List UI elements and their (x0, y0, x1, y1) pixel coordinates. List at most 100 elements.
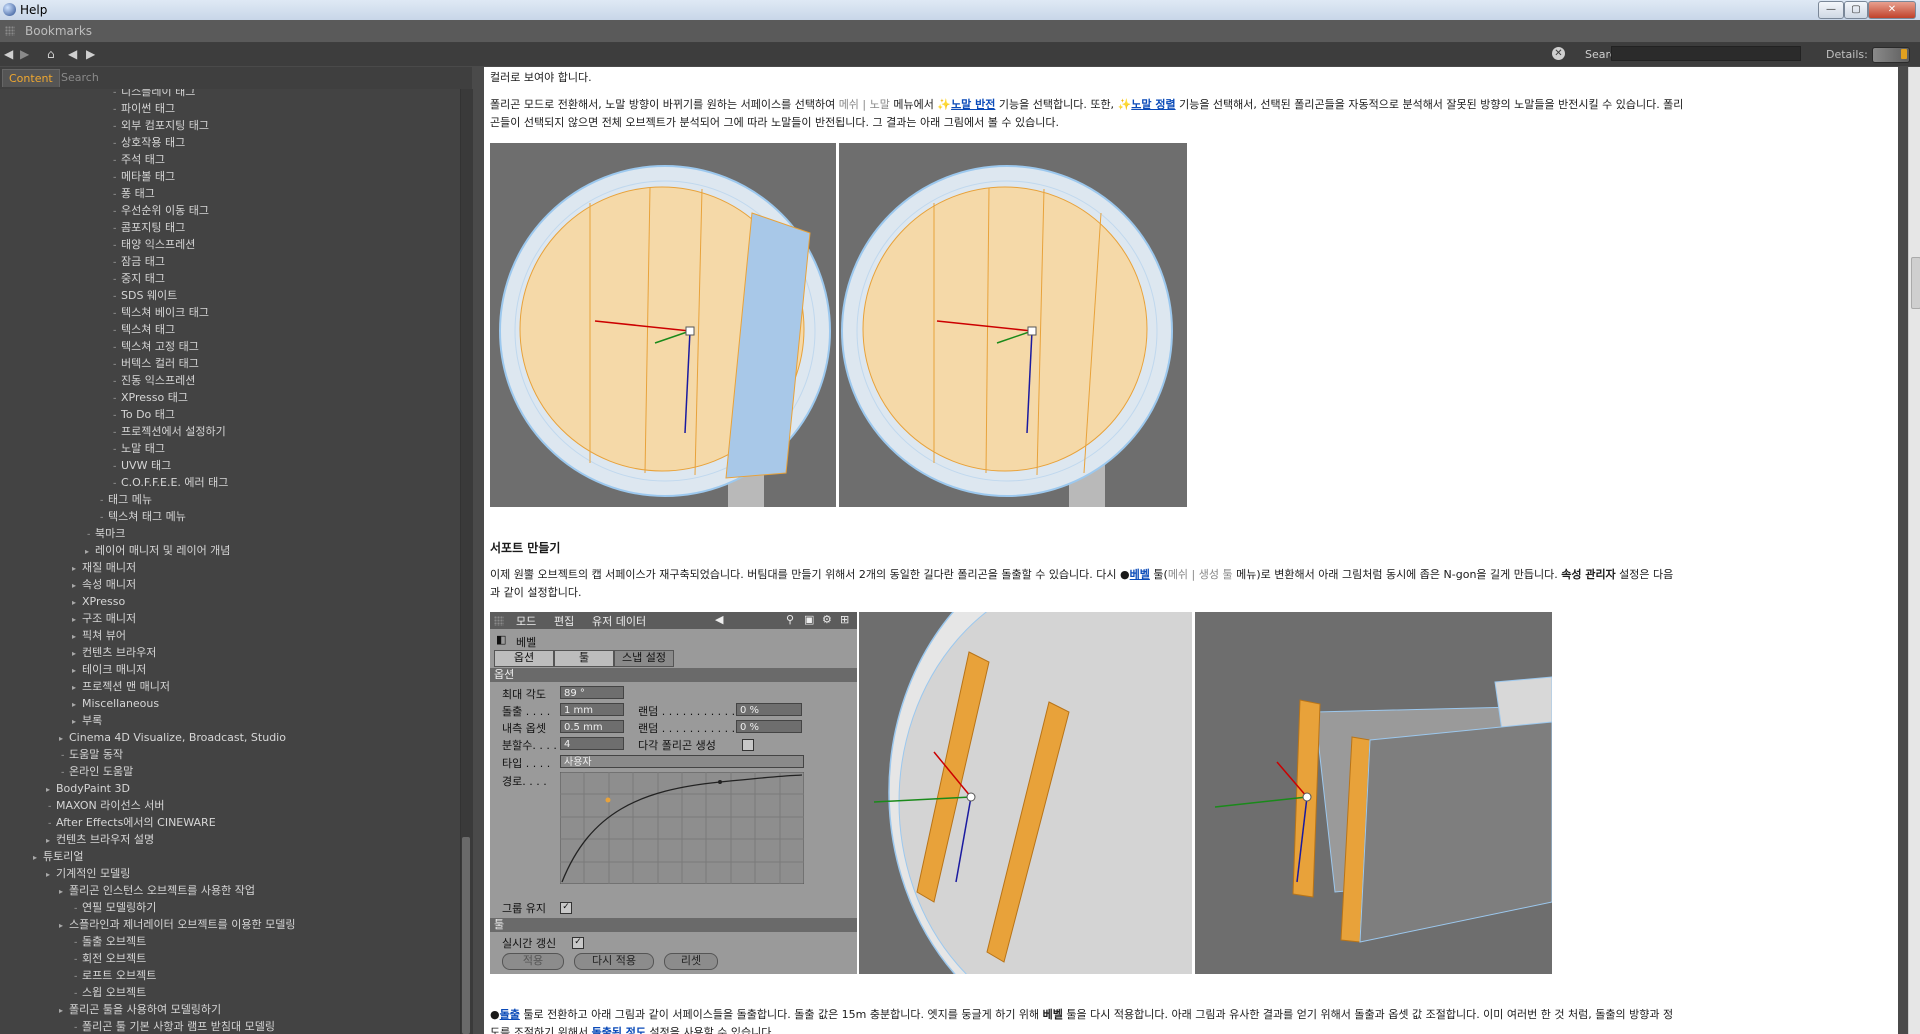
tree-item[interactable]: ╶ To Do 태그 (111, 406, 175, 423)
tree-item[interactable]: ▸ 구조 매니저 (72, 610, 136, 627)
expand-arrow-icon[interactable]: ▸ (72, 611, 82, 628)
maximize-button[interactable]: ▢ (1844, 1, 1868, 19)
tree-item[interactable]: ╶ 텍스쳐 태그 메뉴 (98, 508, 186, 525)
expand-arrow-icon[interactable]: ▸ (59, 917, 69, 934)
bevel-link[interactable]: 베벨 (1130, 568, 1150, 581)
expand-arrow-icon[interactable]: ▸ (59, 730, 69, 747)
tree-item[interactable]: ╶ UVW 태그 (111, 457, 171, 474)
tree-item[interactable]: ▸ 레이어 매니저 및 레이어 개념 (85, 542, 230, 559)
tree-item[interactable]: ╶ 메타볼 태그 (111, 168, 175, 185)
tree-item[interactable]: ╶ 태그 메뉴 (98, 491, 152, 508)
home-icon[interactable]: ⌂ (47, 47, 55, 61)
expand-arrow-icon[interactable]: ▸ (85, 543, 95, 560)
expand-arrow-icon[interactable]: ▸ (59, 883, 69, 900)
tab-content[interactable]: Content (2, 69, 60, 87)
extrude-link[interactable]: 돌출 (500, 1008, 520, 1021)
expand-arrow-icon[interactable]: ▸ (72, 594, 82, 611)
tree-item[interactable]: ▸ 부록 (72, 712, 102, 729)
tree-item[interactable]: ╶ 디스플레이 태그 (111, 89, 195, 100)
tree-item[interactable]: ▸ 스플라인과 제너레이터 오브젝트를 이용한 모델링 (59, 916, 296, 933)
expand-arrow-icon[interactable]: ▸ (72, 696, 82, 713)
text: 이제 원뿔 오브젝트의 캡 서페이스가 재구축되었습니다. 버팀대를 만들기 위… (490, 568, 1121, 581)
tree-item[interactable]: ╶ 텍스쳐 베이크 태그 (111, 304, 209, 321)
tree-item[interactable]: ╶ 노말 태그 (111, 440, 165, 457)
tree-item[interactable]: ╶ 상호작용 태그 (111, 134, 185, 151)
tree-item[interactable]: ▸ 폴리곤 툴을 사용하여 모델링하기 (59, 1001, 221, 1018)
next-page-icon[interactable]: ▶ (86, 47, 95, 61)
content-scrollbar-thumb[interactable] (1911, 257, 1920, 309)
tree-item[interactable]: ╶ 연필 모델링하기 (72, 899, 156, 916)
content-scrollbar[interactable] (1908, 67, 1920, 1034)
back-arrow-icon[interactable]: ◀ (4, 47, 13, 61)
tree-item[interactable]: ╶ 텍스쳐 고정 태그 (111, 338, 199, 355)
expand-arrow-icon[interactable]: ▸ (72, 628, 82, 645)
tree-item[interactable]: ╶ 텍스쳐 태그 (111, 321, 175, 338)
grip-icon[interactable] (5, 26, 15, 36)
expand-arrow-icon[interactable]: ▸ (72, 645, 82, 662)
tree-item[interactable]: ╶ 중지 태그 (111, 270, 165, 287)
tree-item[interactable]: ╶ XPresso 태그 (111, 389, 188, 406)
tree-item[interactable]: ╶ 잠금 태그 (111, 253, 165, 270)
reverse-normals-link[interactable]: 노말 반전 (951, 98, 995, 111)
tree-item[interactable]: ╶ 주석 태그 (111, 151, 165, 168)
details-slider[interactable] (1872, 47, 1910, 63)
tree-item[interactable]: ╶ 온라인 도움말 (59, 763, 133, 780)
tab-search-results[interactable]: Search Results (55, 69, 107, 101)
tree-item[interactable]: ▸ 폴리곤 인스턴스 오브젝트를 사용한 작업 (59, 882, 255, 899)
sidebar-scrollbar-thumb[interactable] (462, 837, 470, 1034)
expand-arrow-icon[interactable]: ▸ (72, 662, 82, 679)
tree-item[interactable]: ╶ 진동 익스프레션 (111, 372, 195, 389)
expand-arrow-icon[interactable]: ▸ (72, 713, 82, 730)
expand-arrow-icon[interactable]: ▸ (72, 577, 82, 594)
tree-item[interactable]: ╶ 도움말 동작 (59, 746, 123, 763)
align-normals-link[interactable]: 노말 정렬 (1131, 98, 1175, 111)
tree-item[interactable]: ▸ 재질 매니저 (72, 559, 136, 576)
tree-item[interactable]: ╶ 프로젝션에서 설정하기 (111, 423, 226, 440)
forward-arrow-icon[interactable]: ▶ (20, 47, 29, 61)
close-button[interactable]: ✕ (1868, 1, 1916, 19)
tree-item[interactable]: ▸ XPresso (72, 593, 125, 610)
tree-item[interactable]: ╶ 돌출 오브젝트 (72, 933, 146, 950)
tree-item[interactable]: ▸ BodyPaint 3D (46, 780, 130, 797)
tree-item[interactable]: ╶ SDS 웨이트 (111, 287, 177, 304)
tree-item[interactable]: ▸ 속성 매니저 (72, 576, 136, 593)
tree-item[interactable]: ╶ 퐁 태그 (111, 185, 155, 202)
tree-item[interactable]: ╶ C.O.F.F.E.E. 에러 태그 (111, 474, 228, 491)
expand-arrow-icon[interactable]: ▸ (46, 781, 56, 798)
tree-item[interactable]: ▸ 테이크 매니저 (72, 661, 146, 678)
expand-arrow-icon[interactable]: ▸ (33, 849, 43, 866)
tree-item[interactable]: ▸ Miscellaneous (72, 695, 159, 712)
tree-item[interactable]: ╶ 우선순위 이동 태그 (111, 202, 209, 219)
tree-item[interactable]: ▸ 컨텐츠 브라우저 설명 (46, 831, 154, 848)
tree-item[interactable]: ╶ 외부 컴포지팅 태그 (111, 117, 209, 134)
clear-search-icon[interactable]: ✕ (1552, 47, 1565, 60)
tree-item[interactable]: ╶ 버텍스 컬러 태그 (111, 355, 199, 372)
tree-item[interactable]: ╶ 로프트 오브젝트 (72, 967, 156, 984)
details-slider-knob[interactable] (1901, 49, 1907, 59)
bookmarks-label[interactable]: Bookmarks (25, 24, 92, 38)
tree-item[interactable]: ▸ 튜토리얼 (33, 848, 83, 865)
tree-item[interactable]: ▸ 컨텐츠 브라우저 (72, 644, 156, 661)
tree-item[interactable]: ╶ 스윕 오브젝트 (72, 984, 146, 1001)
extrude-amount-link[interactable]: 돌출된 정도 (592, 1026, 646, 1034)
tree-item[interactable]: ▸ 프로젝션 맨 매니저 (72, 678, 170, 695)
expand-arrow-icon[interactable]: ▸ (46, 866, 56, 883)
expand-arrow-icon[interactable]: ▸ (72, 679, 82, 696)
expand-arrow-icon[interactable]: ▸ (59, 1002, 69, 1019)
search-input[interactable] (1611, 46, 1801, 61)
tree-item[interactable]: ╶ 북마크 (85, 525, 125, 542)
expand-arrow-icon[interactable]: ▸ (46, 832, 56, 849)
expand-arrow-icon[interactable]: ▸ (72, 560, 82, 577)
tree-item[interactable]: ╶ 파이썬 태그 (111, 100, 175, 117)
tree-item[interactable]: ▸ 픽쳐 뷰어 (72, 627, 126, 644)
tree-item[interactable]: ╶ 폴리곤 툴 기본 사항과 램프 받침대 모델링 (72, 1018, 275, 1034)
tree-item[interactable]: ╶ 태양 익스프레션 (111, 236, 195, 253)
tree-item[interactable]: ╶ MAXON 라이선스 서버 (46, 797, 164, 814)
tree-item[interactable]: ╶ 회전 오브젝트 (72, 950, 146, 967)
tree-item[interactable]: ╶ 콤포지팅 태그 (111, 219, 185, 236)
previous-page-icon[interactable]: ◀ (68, 47, 77, 61)
tree-item[interactable]: ▸ 기계적인 모델링 (46, 865, 130, 882)
tree-item[interactable]: ▸ Cinema 4D Visualize, Broadcast, Studio (59, 729, 286, 746)
tree-item[interactable]: ╶ After Effects에서의 CINEWARE (46, 814, 216, 831)
minimize-button[interactable]: — (1818, 1, 1844, 19)
